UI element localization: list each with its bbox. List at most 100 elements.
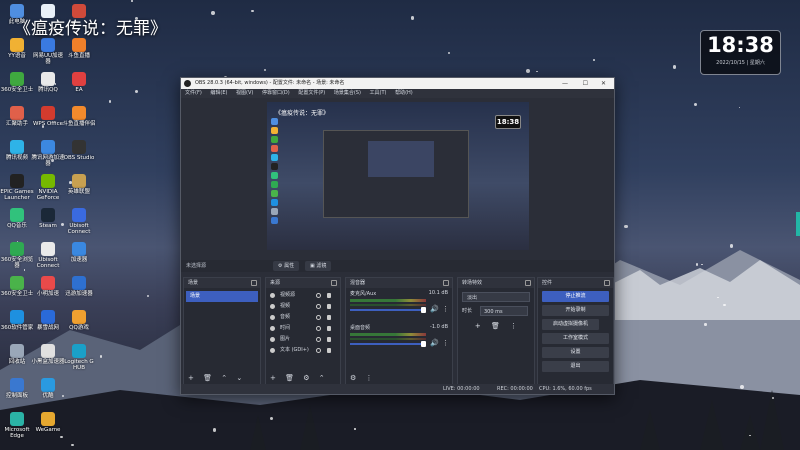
- exit-button[interactable]: 退出: [542, 361, 609, 372]
- source-item[interactable]: 视频源: [266, 290, 340, 301]
- minimize-button[interactable]: —: [562, 78, 568, 89]
- speaker-icon[interactable]: 🔊: [430, 305, 439, 313]
- start-recording-button[interactable]: 开始录制: [542, 305, 609, 316]
- desktop-icon[interactable]: 英雄联盟: [62, 174, 96, 195]
- slider-handle[interactable]: [421, 341, 426, 347]
- desktop-icon[interactable]: Steam: [31, 208, 65, 229]
- menu-tools[interactable]: 工具(T): [370, 90, 387, 96]
- dock-float-icon[interactable]: [604, 280, 610, 286]
- source-item[interactable]: 视频: [266, 301, 340, 312]
- desktop-icon[interactable]: Microsoft Edge: [0, 412, 34, 439]
- start-virtual-camera-button[interactable]: 启动虚拟摄像机: [542, 319, 599, 330]
- scene-item[interactable]: 场景: [186, 291, 258, 302]
- volume-slider-mic[interactable]: [350, 307, 426, 313]
- lock-icon[interactable]: [327, 304, 331, 309]
- speaker-icon[interactable]: 🔊: [430, 339, 439, 347]
- desktop-icon[interactable]: 腾讯视频: [0, 140, 34, 161]
- more-options-icon[interactable]: ⋮: [442, 339, 449, 347]
- filters-button[interactable]: ▣ 滤镜: [305, 261, 332, 271]
- desktop-icon[interactable]: NVIDIA GeForce: [31, 174, 65, 201]
- desktop-icon[interactable]: EA: [62, 72, 96, 93]
- visibility-eye-icon[interactable]: [316, 304, 321, 309]
- move-source-up-button[interactable]: ⌃: [319, 374, 325, 382]
- duration-input[interactable]: 300 ms: [480, 306, 528, 316]
- desktop-icon[interactable]: WPS Office: [31, 106, 65, 127]
- source-item[interactable]: 音频: [266, 312, 340, 323]
- obs-preview[interactable]: 《瘟疫传说：无罪》 18:38: [267, 102, 529, 250]
- desktop-icon[interactable]: 网易UU加速器: [31, 38, 65, 65]
- menu-file[interactable]: 文件(F): [185, 90, 202, 96]
- lock-icon[interactable]: [327, 348, 331, 353]
- menu-profile[interactable]: 配置文件(P): [298, 90, 325, 96]
- menu-view[interactable]: 视图(V): [236, 90, 253, 96]
- slider-handle[interactable]: [421, 307, 426, 313]
- lock-icon[interactable]: [327, 326, 331, 331]
- desktop-icon[interactable]: 360软件管家: [0, 310, 34, 331]
- desktop-icon[interactable]: 汇聚助手: [0, 106, 34, 127]
- settings-button[interactable]: 设置: [542, 347, 609, 358]
- desktop-icon[interactable]: 回收站: [0, 344, 34, 365]
- desktop-icon[interactable]: Logitech G HUB: [62, 344, 96, 371]
- visibility-eye-icon[interactable]: [316, 337, 321, 342]
- dock-float-icon[interactable]: [525, 280, 531, 286]
- mixer-settings-button[interactable]: ⚙: [350, 374, 356, 382]
- desktop-icon[interactable]: 迅游加速器: [62, 276, 96, 297]
- desktop-icon[interactable]: Ubisoft Connect: [62, 208, 96, 235]
- menu-help[interactable]: 帮助(H): [395, 90, 413, 96]
- remove-transition-button[interactable]: 🗑: [491, 322, 500, 330]
- stop-streaming-button[interactable]: 停止推流: [542, 291, 609, 302]
- mixer-more-button[interactable]: ⋮: [366, 374, 373, 382]
- move-scene-down-button[interactable]: ⌄: [236, 374, 242, 382]
- desktop-icon[interactable]: YY语音: [0, 38, 34, 59]
- obs-title-bar[interactable]: OBS 28.0.3 (64-bit, windows) - 配置文件: 未命名…: [181, 78, 614, 89]
- source-item[interactable]: 文本 (GDI+): [266, 345, 340, 356]
- desktop-icon[interactable]: WeGame: [31, 412, 65, 433]
- dock-float-icon[interactable]: [443, 280, 449, 286]
- source-item[interactable]: 图片: [266, 334, 340, 345]
- source-item[interactable]: 时间: [266, 323, 340, 334]
- maximize-button[interactable]: ☐: [583, 78, 588, 89]
- close-button[interactable]: ✕: [601, 78, 606, 89]
- desktop-icon[interactable]: 小黑盒加速器: [31, 344, 65, 365]
- desktop-icon[interactable]: 360安全卫士: [0, 72, 34, 93]
- side-panel-handle[interactable]: [796, 212, 800, 236]
- lock-icon[interactable]: [327, 315, 331, 320]
- menu-edit[interactable]: 编辑(E): [210, 90, 227, 96]
- move-scene-up-button[interactable]: ⌃: [221, 374, 227, 382]
- desktop-icon[interactable]: 腾讯QQ: [31, 72, 65, 93]
- desktop-icon[interactable]: 斗鱼直播伴侣: [62, 106, 96, 127]
- add-transition-button[interactable]: +: [475, 322, 481, 330]
- remove-source-button[interactable]: 🗑: [285, 374, 294, 382]
- lock-icon[interactable]: [327, 293, 331, 298]
- menu-scene-collection[interactable]: 场景集合(S): [334, 90, 361, 96]
- add-scene-button[interactable]: +: [188, 374, 194, 382]
- desktop-icon[interactable]: QQ游戏: [62, 310, 96, 331]
- desktop-icon[interactable]: 斗鱼直播: [62, 38, 96, 59]
- lock-icon[interactable]: [327, 337, 331, 342]
- desktop-icon[interactable]: EPIC Games Launcher: [0, 174, 34, 201]
- more-options-icon[interactable]: ⋮: [442, 305, 449, 313]
- obs-window[interactable]: OBS 28.0.3 (64-bit, windows) - 配置文件: 未命名…: [180, 77, 615, 395]
- desktop-icon[interactable]: 暴雪战网: [31, 310, 65, 331]
- desktop-icon[interactable]: OBS Studio: [62, 140, 96, 161]
- desktop-icon[interactable]: Ubisoft Connect: [31, 242, 65, 269]
- visibility-eye-icon[interactable]: [316, 326, 321, 331]
- desktop-icon[interactable]: 小明加速: [31, 276, 65, 297]
- visibility-eye-icon[interactable]: [316, 348, 321, 353]
- transition-more-button[interactable]: ⋮: [510, 322, 517, 330]
- dock-float-icon[interactable]: [251, 280, 257, 286]
- desktop-icon[interactable]: 腾讯网游加速器: [31, 140, 65, 167]
- dock-float-icon[interactable]: [331, 280, 337, 286]
- desktop-icon[interactable]: 360安全卫士: [0, 276, 34, 297]
- remove-scene-button[interactable]: 🗑: [203, 374, 212, 382]
- desktop-icon[interactable]: 360安全浏览器: [0, 242, 34, 269]
- properties-button[interactable]: ⚙ 属性: [273, 261, 300, 271]
- volume-slider-desktop[interactable]: [350, 341, 426, 347]
- desktop-icon[interactable]: QQ音乐: [0, 208, 34, 229]
- menu-docks[interactable]: 停靠窗口(D): [262, 90, 290, 96]
- studio-mode-button[interactable]: 工作室模式: [542, 333, 609, 344]
- visibility-eye-icon[interactable]: [316, 315, 321, 320]
- add-source-button[interactable]: +: [270, 374, 276, 382]
- desktop-icon[interactable]: 控制面板: [0, 378, 34, 399]
- transition-type-select[interactable]: 淡出: [462, 292, 530, 302]
